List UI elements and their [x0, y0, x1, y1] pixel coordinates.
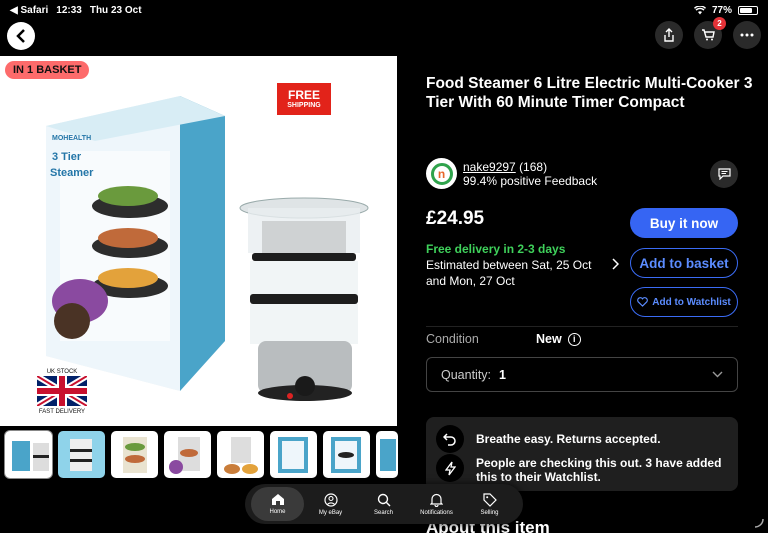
svg-text:3 Tier: 3 Tier: [52, 151, 82, 163]
tab-my-ebay[interactable]: My eBay: [304, 487, 357, 521]
quantity-label: Quantity:: [441, 367, 492, 382]
wifi-icon: [693, 5, 706, 14]
add-to-watchlist-button[interactable]: Add to Watchlist: [630, 287, 738, 317]
seller-name-link[interactable]: nake9297: [463, 160, 516, 174]
thumbnail-2[interactable]: [58, 431, 105, 478]
svg-text:Steamer: Steamer: [50, 167, 94, 179]
thumbnail-3[interactable]: [111, 431, 158, 478]
status-time: 12:33: [56, 4, 82, 16]
tab-search-label: Search: [373, 509, 393, 516]
uk-stock-text: UK STOCK: [46, 369, 78, 375]
cart-button[interactable]: 2: [694, 17, 726, 49]
uk-stock-label: UK STOCK FAST DELIVERY: [35, 369, 89, 415]
product-title: Food Steamer 6 Litre Electric Multi-Cook…: [426, 75, 753, 111]
thumbnail-7[interactable]: [323, 431, 370, 478]
fast-delivery-text: FAST DELIVERY: [38, 409, 86, 415]
chevron-down-icon: [712, 371, 723, 378]
back-button[interactable]: [7, 22, 35, 50]
price: £24.95: [426, 208, 485, 229]
tab-home-label: Home: [269, 509, 286, 515]
tab-search[interactable]: Search: [357, 487, 410, 521]
status-app[interactable]: ◀ Safari: [10, 5, 48, 16]
share-icon: [664, 28, 674, 42]
heart-icon: [637, 297, 649, 307]
message-seller-button[interactable]: [710, 160, 738, 188]
seller-avatar[interactable]: n: [426, 158, 457, 189]
home-icon: [271, 494, 284, 505]
free-delivery-text: Free delivery in 2-3 days: [426, 242, 566, 256]
product-image-gallery[interactable]: IN 1 BASKET MOHEALTH 3 Tier Steamer FREE: [0, 56, 397, 426]
thumbnail-strip[interactable]: [5, 431, 398, 478]
add-to-watchlist-label: Add to Watchlist: [652, 296, 731, 308]
battery-percent: 77%: [711, 4, 732, 16]
battery-icon: [738, 5, 758, 15]
tab-home[interactable]: Home: [251, 487, 304, 521]
bell-icon: [430, 493, 443, 507]
returns-row: Breathe easy. Returns accepted.: [436, 425, 661, 453]
lightning-icon: [436, 454, 464, 482]
cart-count-badge: 2: [713, 17, 726, 30]
watching-text: People are checking this out. 3 have add…: [476, 456, 722, 484]
status-bar: ◀ Safari 12:33 Thu 23 Oct 77%: [0, 0, 768, 20]
svg-text:MOHEALTH: MOHEALTH: [52, 135, 91, 142]
seller-feedback-count: (168): [519, 159, 548, 174]
uk-flag-icon: [35, 373, 89, 409]
thumbnail-5[interactable]: [217, 431, 264, 478]
free-shipping-line2: SHIPPING: [287, 101, 321, 109]
delivery-info[interactable]: Free delivery in 2-3 days Estimated betw…: [426, 241, 591, 289]
seller-logo-letter: n: [430, 162, 453, 185]
thumbnail-4[interactable]: [164, 431, 211, 478]
free-shipping-line1: FREE: [287, 87, 320, 102]
resize-handle-icon: [754, 518, 764, 528]
more-options-button[interactable]: [733, 21, 761, 49]
message-icon: [717, 168, 731, 180]
thumbnail-8[interactable]: [376, 431, 398, 478]
divider: [426, 326, 738, 327]
seller-info[interactable]: n nake9297 (168) 99.4% positive Feedback: [426, 158, 597, 189]
tab-selling-label: Selling: [480, 509, 499, 516]
thumbnail-1[interactable]: [5, 431, 52, 478]
buy-it-now-button[interactable]: Buy it now: [630, 208, 738, 238]
condition-value: New i: [536, 332, 581, 346]
chevron-right-icon[interactable]: [611, 258, 619, 270]
tab-notifications[interactable]: Notifications: [410, 487, 463, 521]
returns-text: Breathe easy. Returns accepted.: [476, 432, 661, 446]
condition-value-text: New: [536, 332, 562, 346]
add-to-basket-button[interactable]: Add to basket: [630, 248, 738, 278]
tab-my-ebay-label: My eBay: [318, 509, 343, 516]
status-date: Thu 23 Oct: [89, 4, 142, 16]
bottom-tab-bar: Home My eBay Search Notifications Sellin…: [245, 484, 523, 524]
cart-icon: [702, 29, 715, 41]
tag-icon: [482, 492, 497, 507]
thumbnail-6[interactable]: [270, 431, 317, 478]
share-button[interactable]: [655, 21, 683, 49]
more-icon: [740, 33, 754, 37]
info-icon[interactable]: i: [567, 332, 581, 346]
quantity-select[interactable]: Quantity: 1: [426, 357, 738, 392]
estimated-delivery-text: Estimated between Sat, 25 Oct: [426, 258, 592, 272]
search-icon: [377, 493, 390, 506]
estimated-delivery-text-2: and Mon, 27 Oct: [426, 274, 515, 288]
free-shipping-sticker: FREE SHIPPING: [277, 83, 331, 115]
condition-label: Condition: [426, 332, 479, 346]
watching-row: People are checking this out. 3 have add…: [436, 454, 734, 484]
seller-feedback-percent: 99.4% positive Feedback: [463, 173, 598, 188]
promo-box: Breathe easy. Returns accepted. People a…: [426, 417, 738, 491]
return-arrow-icon: [436, 425, 464, 453]
chevron-left-icon: [16, 29, 25, 43]
tab-notifications-label: Notifications: [420, 509, 453, 516]
person-icon: [323, 492, 338, 507]
quantity-value: 1: [499, 367, 506, 382]
in-basket-badge: IN 1 BASKET: [5, 61, 90, 79]
tab-selling[interactable]: Selling: [463, 487, 516, 521]
